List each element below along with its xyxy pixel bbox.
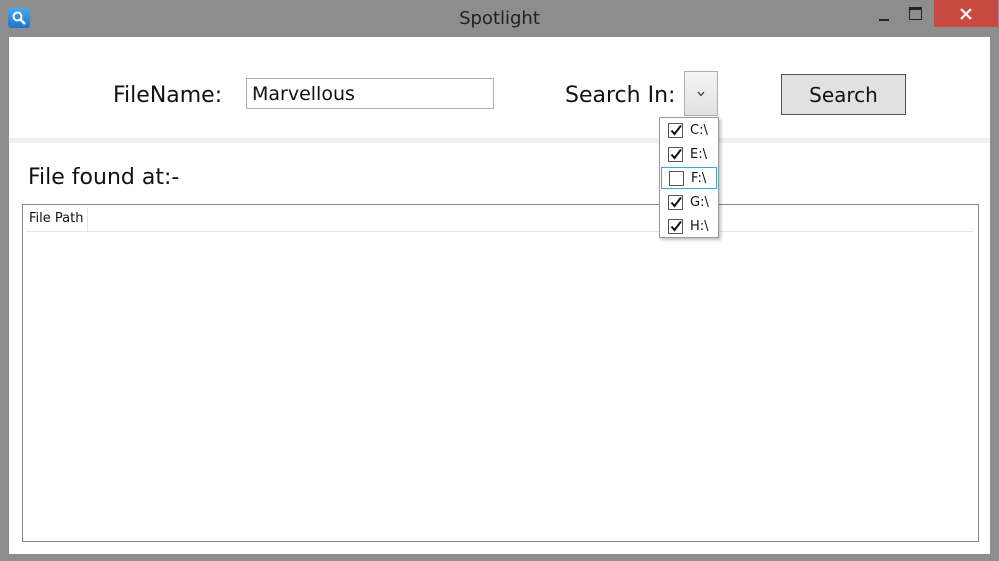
search-button[interactable]: Search [781, 74, 906, 115]
maximize-button[interactable] [903, 0, 927, 27]
filename-input[interactable] [246, 78, 494, 109]
results-list[interactable]: File Path [22, 204, 979, 542]
minimize-button[interactable] [872, 0, 896, 27]
list-header: File Path [26, 208, 973, 232]
drive-option-f[interactable]: F:\ [661, 167, 717, 189]
drive-checkbox[interactable] [668, 218, 683, 234]
results-label: File found at:- [28, 165, 180, 190]
drive-dropdown-button[interactable] [684, 71, 718, 116]
drive-label: H:\ [690, 218, 709, 234]
window-title: Spotlight [459, 8, 540, 29]
drive-option-e[interactable]: E:\ [661, 143, 717, 165]
checkmark-icon [670, 124, 682, 136]
drive-checkbox[interactable] [668, 194, 683, 210]
search-in-label: Search In: [565, 83, 676, 108]
title-bar[interactable]: Spotlight [0, 0, 999, 37]
close-button[interactable] [934, 0, 998, 27]
chevron-down-icon [697, 91, 705, 96]
drive-option-h[interactable]: H:\ [661, 215, 717, 237]
app-window: Spotlight FileName: Search In: Search Fi… [0, 0, 999, 561]
search-panel: FileName: Search In: Search [9, 37, 990, 143]
drive-label: G:\ [690, 194, 709, 210]
drive-checkbox[interactable] [669, 170, 684, 186]
drive-option-g[interactable]: G:\ [661, 191, 717, 213]
drive-option-c[interactable]: C:\ [661, 119, 717, 141]
minimize-icon [879, 18, 889, 21]
drive-checkbox[interactable] [668, 122, 683, 138]
drive-label: E:\ [690, 146, 707, 162]
checkmark-icon [670, 220, 682, 232]
checkmark-icon [670, 148, 682, 160]
drive-checkbox[interactable] [668, 146, 683, 162]
drive-label: C:\ [690, 122, 708, 138]
filename-label: FileName: [113, 83, 223, 108]
client-area: FileName: Search In: Search File found a… [9, 37, 990, 554]
close-icon [960, 7, 972, 20]
drive-dropdown-list[interactable]: C:\ E:\ F:\ G:\ H:\ [659, 117, 719, 238]
maximize-icon [908, 7, 922, 20]
drive-label: F:\ [691, 170, 707, 186]
column-header-file-path[interactable]: File Path [26, 208, 88, 231]
checkmark-icon [670, 196, 682, 208]
